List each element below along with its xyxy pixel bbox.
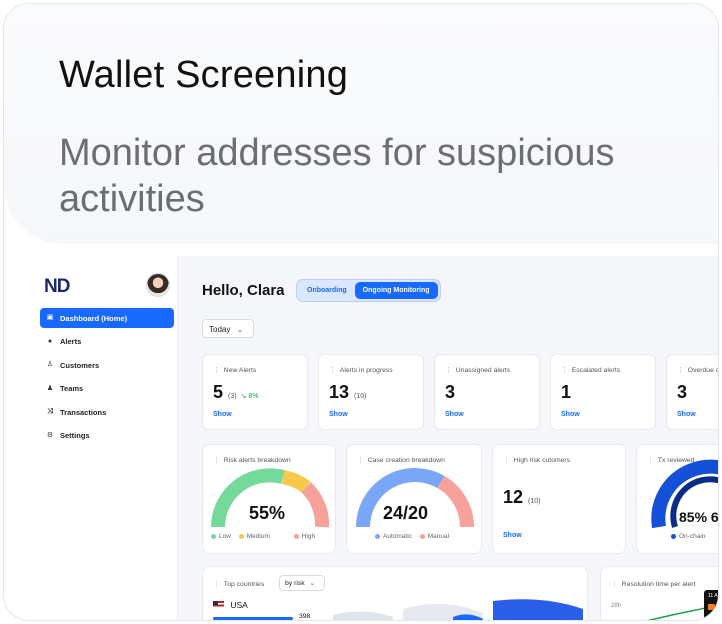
sidebar-item-transactions[interactable]: ⤨ Transactions — [40, 402, 174, 422]
show-link[interactable]: Show — [503, 532, 522, 539]
sidebar-item-label: Customers — [60, 360, 100, 370]
stat-overdue: Overdue c 3 Show — [666, 354, 718, 430]
show-link[interactable]: Show — [561, 411, 580, 418]
gauge-value: 55% — [249, 503, 286, 523]
stat-value: 5 (3) ↘ 8% — [213, 382, 259, 402]
dashboard-main: Hello, Clara Onboarding Ongoing Monitori… — [178, 256, 719, 620]
stat-new-alerts: New Alerts 5 (3)↘ 8% Show — [202, 354, 308, 430]
stat-label: Unassigned alerts — [445, 366, 510, 374]
user-icon: ♙ — [46, 361, 54, 368]
gauge-high — [300, 481, 330, 528]
show-link[interactable]: Show — [445, 411, 464, 418]
panel-label: Top countries — [213, 580, 264, 588]
stat-value: 13 (10) — [329, 382, 367, 402]
country-count: 398 — [299, 613, 311, 620]
gear-icon: ⚙ — [46, 431, 54, 439]
show-link[interactable]: Show — [677, 411, 696, 418]
stat-value: 3 — [677, 382, 688, 402]
chevron-down-icon: ⌄ — [236, 325, 244, 334]
brand-logo[interactable]: ND — [44, 276, 70, 298]
high-risk-value: 12 (10) — [503, 487, 541, 507]
tab-ongoing-monitoring[interactable]: Ongoing Monitoring — [354, 282, 438, 299]
alert-icon: ● — [47, 337, 53, 345]
monitoring-tabs: Onboarding Ongoing Monitoring — [296, 279, 441, 302]
tx-reviewed-panel: Tx reviewed 85% 6 On-chain — [636, 444, 719, 554]
date-filter-select[interactable]: Today ⌄ — [202, 319, 254, 338]
case-creation-panel: Case creation breakdown 24/20 Automatic … — [346, 444, 482, 554]
top-countries-panel: Top countries by risk ⌄ USA 398 — [202, 566, 588, 620]
gauge-manual — [437, 475, 474, 528]
stat-alerts-in-progress: Alerts in progress 13 (10) Show — [318, 354, 424, 430]
chart-tooltip: 11 A — [704, 590, 718, 620]
sidebar-item-teams[interactable]: ♟ Teams — [40, 379, 174, 399]
gauge-medium — [281, 470, 311, 493]
gauge-value: 85% 6 — [679, 509, 719, 525]
world-map — [333, 599, 583, 620]
sidebar-item-label: Alerts — [60, 337, 82, 346]
risk-filter-select[interactable]: by risk ⌄ — [279, 575, 325, 591]
sidebar-item-label: Transactions — [60, 407, 107, 417]
stat-label: Escalated alerts — [561, 366, 620, 374]
sidebar-item-alerts[interactable]: ● Alerts — [40, 332, 174, 352]
dashboard-preview: ND ▣ Dashboard (Home) ● Alerts ♙ Custome… — [32, 256, 719, 620]
resolution-time-panel: Resolution time per alert 28h — [600, 566, 718, 620]
shuffle-icon: ⤨ — [47, 408, 53, 415]
greeting: Hello, Clara — [202, 282, 285, 299]
country-bar — [213, 617, 293, 620]
sidebar-item-settings[interactable]: ⚙ Settings — [40, 426, 174, 446]
gauge-legend: On-chain — [665, 533, 705, 540]
risk-alerts-panel: Risk alerts breakdown 55% Low Medium Hig… — [202, 444, 336, 554]
dashboard-icon: ▣ — [46, 314, 54, 321]
sidebar-nav: ▣ Dashboard (Home) ● Alerts ♙ Customers … — [40, 308, 174, 449]
sidebar-item-label: Teams — [60, 384, 84, 393]
stat-value: 3 — [445, 382, 456, 402]
resolution-chart — [647, 604, 718, 620]
card-subtitle: Monitor addresses for suspicious activit… — [59, 132, 615, 220]
date-filter-value: Today — [209, 325, 231, 334]
card-title: Wallet Screening — [59, 54, 349, 96]
stat-value: 1 — [561, 382, 572, 402]
team-icon: ♟ — [46, 384, 54, 392]
high-risk-customers-panel: High risk cutomers 12 (10) Show — [492, 444, 626, 554]
stat-label: New Alerts — [213, 366, 256, 374]
show-link[interactable]: Show — [213, 411, 232, 418]
chevron-down-icon: ⌄ — [309, 580, 316, 587]
country-row[interactable]: USA — [213, 600, 248, 610]
sidebar-item-label: Settings — [60, 431, 90, 440]
stat-escalated-alerts: Escalated alerts 1 Show — [550, 354, 656, 430]
show-link[interactable]: Show — [329, 411, 348, 418]
tab-onboarding[interactable]: Onboarding — [299, 282, 355, 299]
avatar[interactable] — [146, 273, 170, 297]
us-flag-icon — [213, 601, 224, 608]
stat-unassigned-alerts: Unassigned alerts 3 Show — [434, 354, 540, 430]
stat-label: Overdue c — [677, 366, 718, 374]
sidebar: ND ▣ Dashboard (Home) ● Alerts ♙ Custome… — [32, 256, 178, 620]
sidebar-item-customers[interactable]: ♙ Customers — [40, 355, 174, 375]
sidebar-item-label: Dashboard (Home) — [60, 313, 128, 323]
panel-label: High risk cutomers — [503, 456, 570, 464]
sidebar-item-dashboard[interactable]: ▣ Dashboard (Home) — [40, 308, 174, 328]
gauge-legend: Low Medium High — [205, 533, 315, 540]
gauge-legend: Automatic Manual — [369, 533, 449, 540]
trend-down-icon: ↘ 8% — [240, 393, 259, 400]
feature-card: Wallet Screening Monitor addresses for s… — [3, 3, 719, 621]
country-name: USA — [230, 600, 248, 610]
gauge-value: 24/20 — [383, 503, 429, 523]
stat-label: Alerts in progress — [329, 366, 393, 374]
